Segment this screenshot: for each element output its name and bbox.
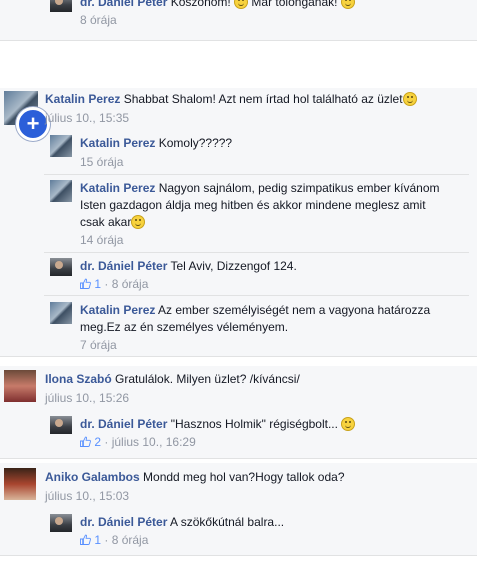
comment-author[interactable]: Katalin Perez [45,92,120,106]
comment-author[interactable]: dr. Dániel Péter [80,0,167,9]
comment-body-line: Az ember személyiségét nem a vagyona hat… [158,303,431,317]
divider [44,252,469,253]
comment-body-part: Már tolonganak! [248,0,341,9]
reply-text: Katalin Perez Komoly????? [80,135,232,152]
reply-meta: 2 · július 10., 16:29 [80,434,196,450]
avatar[interactable] [50,514,72,532]
comment-text: Katalin Perez Shabbat Shalom! Azt nem ír… [45,91,470,108]
comment-timestamp[interactable]: július 10., 15:26 [45,390,129,406]
comment-author[interactable]: dr. Dániel Péter [80,515,167,529]
comment-timestamp[interactable]: 8 órája [80,12,117,28]
comment-body: Tel Aviv, Dizzengof 124. [170,259,297,273]
comment-author[interactable]: dr. Dániel Péter [80,417,167,431]
comment-body-part: Köszönöm! [170,0,235,9]
divider [44,174,469,175]
avatar[interactable] [50,135,72,157]
avatar[interactable] [50,0,72,12]
dot-separator: · [101,277,112,291]
comment-timestamp[interactable]: 14 órája [80,232,123,248]
comment-timestamp[interactable]: 8 órája [112,533,149,547]
comment-body-line: meg.Ez az én személyes véleményem. [80,320,289,334]
comment-author[interactable]: Katalin Perez [80,136,155,150]
dot-separator: · [101,533,112,547]
comment-timestamp[interactable]: július 10., 15:35 [45,110,129,126]
divider [44,295,469,296]
avatar[interactable] [4,468,36,500]
comment-body-line: csak akar [80,215,132,229]
comment-author[interactable]: Katalin Perez [80,303,155,317]
dot-separator: · [101,435,112,449]
comment-author[interactable]: Aniko Galambos [45,470,140,484]
reply-text: dr. Dániel Péter A szökőkútnál balra... [80,514,284,531]
reply-text: dr. Dániel Péter "Hasznos Holmik" régisé… [80,416,356,433]
smile-emoji-icon [131,215,146,229]
like-thumb-icon[interactable] [80,534,91,545]
smile-emoji-icon [340,0,355,9]
avatar[interactable] [4,370,36,402]
comment-body-line: Isten gazdagon áldja meg hitben és akkor… [80,198,426,212]
like-thumb-icon[interactable] [80,436,91,447]
avatar[interactable] [50,302,72,324]
reply-meta: 1 · 8 órája [80,532,148,548]
comment-author[interactable]: Katalin Perez [80,181,155,195]
smile-emoji-icon [402,92,417,106]
smile-emoji-icon [234,0,249,9]
comment-timestamp[interactable]: 15 órája [80,154,123,170]
avatar[interactable] [50,416,72,434]
reply-text: Katalin Perez Az ember személyiségét nem… [80,302,470,336]
comment-body-line: Nagyon sajnálom, pedig szimpatikus ember… [158,181,440,195]
comment-timestamp[interactable]: 7 órája [80,337,117,353]
comment-author[interactable]: dr. Dániel Péter [80,259,167,273]
reply-text: Katalin Perez Nagyon sajnálom, pedig szi… [80,180,470,231]
comment-timestamp[interactable]: július 10., 15:03 [45,488,129,504]
comment-body: "Hasznos Holmik" régiségbolt... [170,417,342,431]
comment-author[interactable]: Ilona Szabó [45,372,112,386]
comment-body: Mondd meg hol van?Hogy tallok oda? [143,470,345,484]
comment-body: Gratulálok. Milyen üzlet? /kíváncsi/ [115,372,300,386]
comment-text: Ilona Szabó Gratulálok. Milyen üzlet? /k… [45,371,300,388]
comment-text: Aniko Galambos Mondd meg hol van?Hogy ta… [45,469,345,486]
comment-body: A szökőkútnál balra... [170,515,285,529]
comment-body: Shabbat Shalom! Azt nem írtad hol találh… [123,92,403,106]
comment-timestamp[interactable]: 8 órája [112,277,149,291]
comment-body: Komoly????? [158,136,233,150]
smile-emoji-icon [341,417,356,431]
reply-meta: 1 · 8 órája [80,276,148,292]
like-thumb-icon[interactable] [80,278,91,289]
comment-text: dr. Dániel Péter Köszönöm! Már tolongana… [80,0,355,11]
comment-timestamp[interactable]: július 10., 16:29 [112,435,196,449]
reply-text: dr. Dániel Péter Tel Aviv, Dizzengof 124… [80,258,297,275]
avatar[interactable] [50,258,72,276]
avatar[interactable] [50,180,72,202]
